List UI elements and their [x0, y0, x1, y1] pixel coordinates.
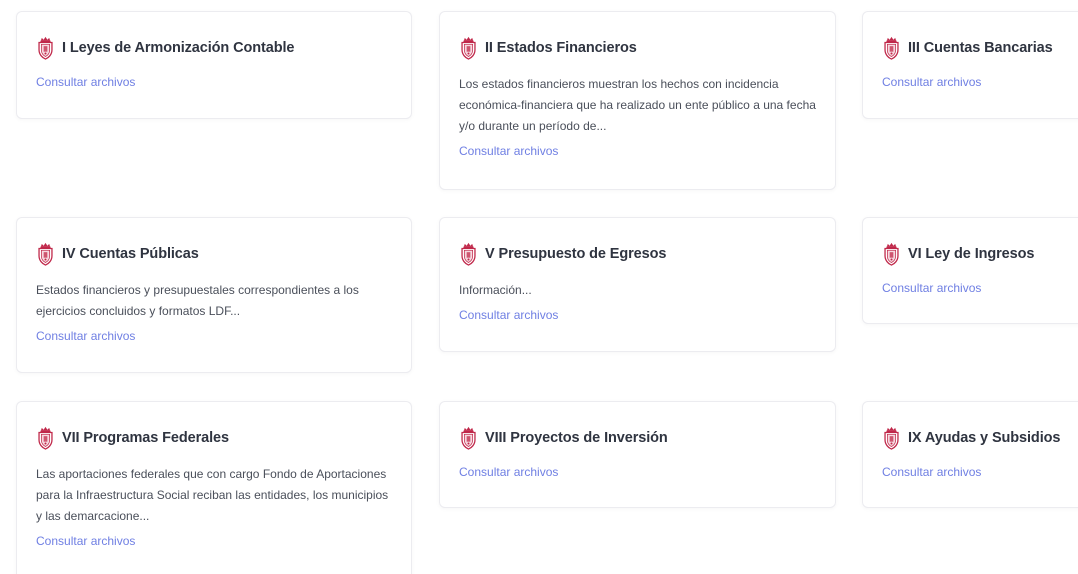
card-header: VI Ley de Ingresos	[882, 242, 1078, 266]
page: I Leyes de Armonización Contable Consult…	[0, 0, 1078, 574]
consultar-archivos-link[interactable]: Consultar archivos	[36, 75, 411, 89]
card-proyectos-inversion: VIII Proyectos de Inversión Consultar ar…	[439, 401, 836, 508]
card-cuentas-publicas: IV Cuentas Públicas Estados financieros …	[16, 217, 412, 373]
card-title: IV Cuentas Públicas	[62, 246, 199, 262]
crest-icon	[461, 36, 476, 60]
consultar-archivos-link[interactable]: Consultar archivos	[36, 534, 411, 548]
card-header: VIII Proyectos de Inversión	[459, 426, 835, 450]
card-title: VI Ley de Ingresos	[908, 246, 1035, 262]
card-estados-financieros: II Estados Financieros Los estados finan…	[439, 11, 836, 190]
card-title: II Estados Financieros	[485, 40, 637, 56]
consultar-archivos-link[interactable]: Consultar archivos	[459, 465, 835, 479]
card-leyes-armonizacion: I Leyes de Armonización Contable Consult…	[16, 11, 412, 119]
crest-icon	[884, 242, 899, 266]
card-title: VIII Proyectos de Inversión	[485, 430, 668, 446]
card-description: Los estados financieros muestran los hec…	[459, 77, 816, 133]
crest-icon	[38, 242, 53, 266]
card-header: VII Programas Federales	[36, 426, 411, 450]
card-description: Las aportaciones federales que con cargo…	[36, 467, 389, 523]
card-programas-federales: VII Programas Federales Las aportaciones…	[16, 401, 412, 574]
crest-icon	[884, 36, 899, 60]
consultar-archivos-link[interactable]: Consultar archivos	[36, 329, 411, 343]
crest-icon	[884, 426, 899, 450]
card-title: VII Programas Federales	[62, 430, 229, 446]
card-header: II Estados Financieros	[459, 36, 835, 60]
card-title: I Leyes de Armonización Contable	[62, 40, 295, 56]
consultar-archivos-link[interactable]: Consultar archivos	[459, 308, 835, 322]
crest-icon	[461, 242, 476, 266]
card-header: IV Cuentas Públicas	[36, 242, 411, 266]
consultar-archivos-link[interactable]: Consultar archivos	[882, 465, 1078, 479]
crest-icon	[38, 426, 53, 450]
card-cuentas-bancarias: III Cuentas Bancarias Consultar archivos	[862, 11, 1078, 119]
card-header: III Cuentas Bancarias	[882, 36, 1078, 60]
card-ayudas-subsidios: IX Ayudas y Subsidios Consultar archivos	[862, 401, 1078, 508]
card-header: I Leyes de Armonización Contable	[36, 36, 411, 60]
card-title: IX Ayudas y Subsidios	[908, 430, 1061, 446]
card-title: III Cuentas Bancarias	[908, 40, 1053, 56]
card-description: Información...	[459, 283, 532, 297]
card-header: IX Ayudas y Subsidios	[882, 426, 1078, 450]
card-description: Estados financieros y presupuestales cor…	[36, 283, 359, 318]
crest-icon	[461, 426, 476, 450]
crest-icon	[38, 36, 53, 60]
consultar-archivos-link[interactable]: Consultar archivos	[882, 281, 1078, 295]
card-header: V Presupuesto de Egresos	[459, 242, 835, 266]
card-presupuesto-egresos: V Presupuesto de Egresos Información... …	[439, 217, 836, 352]
consultar-archivos-link[interactable]: Consultar archivos	[459, 144, 835, 158]
card-title: V Presupuesto de Egresos	[485, 246, 667, 262]
card-ley-ingresos: VI Ley de Ingresos Consultar archivos	[862, 217, 1078, 324]
consultar-archivos-link[interactable]: Consultar archivos	[882, 75, 1078, 89]
